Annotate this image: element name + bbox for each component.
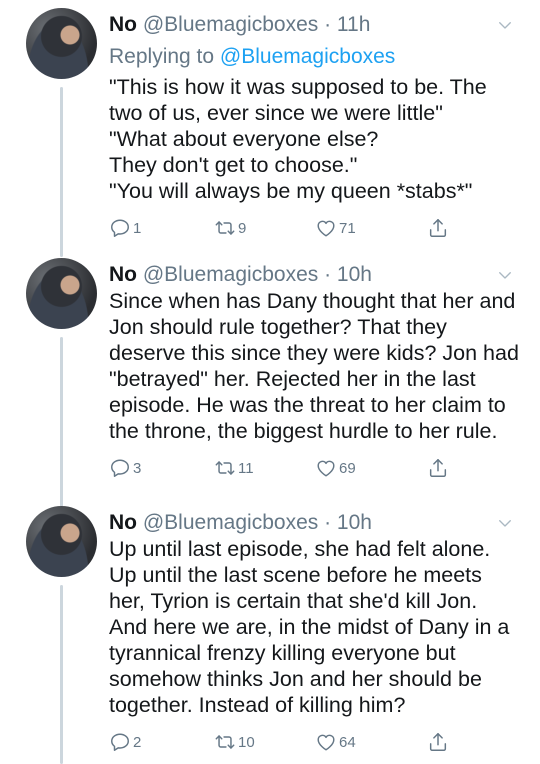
retweet-count: 10 bbox=[238, 733, 255, 751]
tweet-text-line: They don't get to choose." bbox=[109, 153, 358, 177]
tweet-text: Up until last episode, she had felt alon… bbox=[109, 536, 529, 718]
user-handle[interactable]: @Bluemagicboxes bbox=[143, 263, 318, 286]
avatar[interactable] bbox=[26, 506, 97, 577]
like-count: 69 bbox=[339, 459, 356, 477]
retweet-button[interactable]: 11 bbox=[214, 457, 254, 479]
avatar[interactable] bbox=[26, 258, 97, 329]
thread-line bbox=[60, 87, 63, 257]
share-button[interactable] bbox=[427, 457, 451, 479]
tweet-2[interactable]: No @Bluemagicboxes · 10h Since when has … bbox=[0, 258, 540, 507]
tweet-text-line: her, Tyrion is certain that she'd kill J… bbox=[109, 589, 478, 613]
tweet-text-line: Up until the last scene before he meets bbox=[109, 563, 482, 587]
display-name[interactable]: No bbox=[109, 511, 137, 534]
chevron-down-icon[interactable] bbox=[496, 266, 514, 284]
tweet-actions: 1 9 71 bbox=[109, 217, 469, 243]
reply-icon bbox=[109, 217, 131, 239]
retweet-icon bbox=[214, 731, 236, 753]
tweet-text-line: tyrannical frenzy killing everyone but bbox=[109, 641, 456, 665]
tweet-text: "This is how it was supposed to be. The … bbox=[109, 74, 529, 204]
retweet-count: 9 bbox=[238, 219, 247, 237]
share-button[interactable] bbox=[427, 217, 451, 239]
tweet-text-line: two of us, ever since we were little" bbox=[109, 101, 443, 125]
share-button[interactable] bbox=[427, 731, 451, 753]
tweet-text-line: episode. He was the threat to her claim … bbox=[109, 393, 506, 417]
retweet-button[interactable]: 10 bbox=[214, 731, 255, 753]
timestamp[interactable]: · 10h bbox=[324, 263, 372, 286]
avatar[interactable] bbox=[26, 8, 97, 79]
replying-to-label: Replying to bbox=[109, 45, 215, 68]
thread-line bbox=[60, 585, 63, 764]
tweet-text-line: "betrayed" her. Rejected her in the last bbox=[109, 367, 476, 391]
heart-icon bbox=[315, 457, 337, 479]
tweet-text-line: And here we are, in the midst of Dany in… bbox=[109, 615, 510, 639]
user-handle[interactable]: @Bluemagicboxes bbox=[143, 13, 318, 36]
reply-count: 2 bbox=[133, 733, 142, 751]
like-button[interactable]: 64 bbox=[315, 731, 356, 753]
tweet-text-line: "This is how it was supposed to be. The bbox=[109, 75, 487, 99]
chevron-down-icon[interactable] bbox=[496, 514, 514, 532]
retweet-icon bbox=[214, 457, 236, 479]
reply-button[interactable]: 1 bbox=[109, 217, 141, 239]
tweet-text: Since when has Dany thought that her and… bbox=[109, 288, 529, 444]
tweet-text-line: "What about everyone else? bbox=[109, 127, 379, 151]
share-icon bbox=[427, 457, 449, 479]
timestamp[interactable]: · 11h bbox=[324, 13, 370, 36]
reply-icon bbox=[109, 457, 131, 479]
tweet-text-line: "You will always be my queen *stabs*" bbox=[109, 179, 473, 203]
chevron-down-icon[interactable] bbox=[496, 16, 514, 34]
heart-icon bbox=[315, 731, 337, 753]
user-handle[interactable]: @Bluemagicboxes bbox=[143, 511, 318, 534]
retweet-count: 11 bbox=[238, 459, 254, 477]
tweet-text-line: the throne, the biggest hurdle to her ru… bbox=[109, 419, 498, 443]
timestamp[interactable]: · 10h bbox=[324, 511, 372, 534]
reply-count: 1 bbox=[133, 219, 142, 237]
tweet-header: No @Bluemagicboxes · 10h bbox=[109, 262, 372, 288]
tweet-text-line: somehow thinks Jon and her should be bbox=[109, 667, 482, 691]
tweet-3[interactable]: No @Bluemagicboxes · 10h Up until last e… bbox=[0, 506, 540, 764]
replying-to: Replying to @Bluemagicboxes bbox=[109, 44, 395, 70]
display-name[interactable]: No bbox=[109, 263, 137, 286]
like-button[interactable]: 71 bbox=[315, 217, 356, 239]
tweet-actions: 3 11 69 bbox=[109, 457, 469, 483]
tweet-1[interactable]: No @Bluemagicboxes · 11h Replying to @Bl… bbox=[0, 8, 540, 257]
share-icon bbox=[427, 217, 449, 239]
tweet-text-line: Up until last episode, she had felt alon… bbox=[109, 537, 491, 561]
tweet-text-line: Since when has Dany thought that her and bbox=[109, 289, 516, 313]
share-icon bbox=[427, 731, 449, 753]
tweet-header: No @Bluemagicboxes · 10h bbox=[109, 510, 372, 536]
retweet-button[interactable]: 9 bbox=[214, 217, 246, 239]
tweet-header: No @Bluemagicboxes · 11h bbox=[109, 12, 370, 38]
tweet-text-line: Jon should rule together? That they bbox=[109, 315, 447, 339]
heart-icon bbox=[315, 217, 337, 239]
display-name[interactable]: No bbox=[109, 13, 137, 36]
like-count: 71 bbox=[339, 219, 356, 237]
reply-count: 3 bbox=[133, 459, 142, 477]
thread-line bbox=[60, 337, 63, 507]
retweet-icon bbox=[214, 217, 236, 239]
reply-button[interactable]: 2 bbox=[109, 731, 141, 753]
tweet-text-line: deserve this since they were kids? Jon h… bbox=[109, 341, 519, 365]
tweet-text-line: together. Instead of killing him? bbox=[109, 693, 406, 717]
tweet-actions: 2 10 64 bbox=[109, 731, 469, 757]
like-count: 64 bbox=[339, 733, 356, 751]
reply-button[interactable]: 3 bbox=[109, 457, 141, 479]
reply-icon bbox=[109, 731, 131, 753]
replying-to-handle[interactable]: @Bluemagicboxes bbox=[220, 45, 395, 68]
like-button[interactable]: 69 bbox=[315, 457, 356, 479]
